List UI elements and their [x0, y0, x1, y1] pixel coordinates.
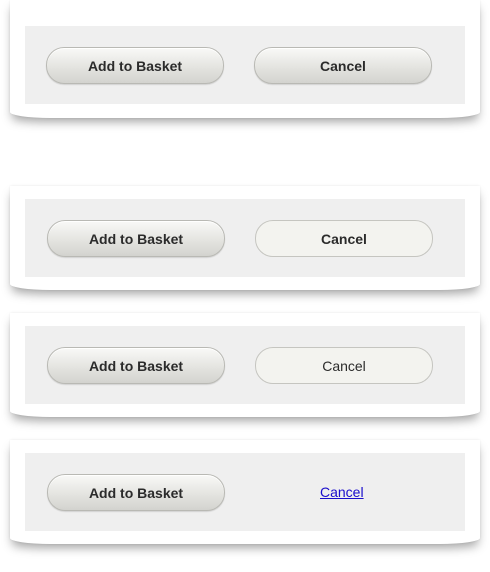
button-panel: Add to Basket Cancel: [25, 26, 465, 104]
variant-card-4: Add to Basket Cancel: [10, 440, 480, 544]
cancel-button[interactable]: Cancel: [254, 47, 432, 84]
add-to-basket-label: Add to Basket: [88, 230, 184, 247]
variant-card-1: Add to Basket Cancel: [10, 0, 480, 118]
add-to-basket-label: Add to Basket: [88, 484, 184, 501]
add-to-basket-button[interactable]: Add to Basket: [46, 47, 224, 84]
variant-card-3: Add to Basket Cancel: [10, 313, 480, 417]
add-to-basket-button[interactable]: Add to Basket: [47, 474, 225, 511]
cancel-link[interactable]: Cancel: [320, 484, 364, 500]
button-panel: Add to Basket Cancel: [25, 453, 465, 531]
cancel-label: Cancel: [321, 230, 367, 247]
add-to-basket-button[interactable]: Add to Basket: [47, 220, 225, 257]
variant-card-2: Add to Basket Cancel: [10, 186, 480, 290]
cancel-button[interactable]: Cancel: [255, 347, 433, 384]
cancel-label: Cancel: [322, 357, 366, 374]
add-to-basket-label: Add to Basket: [87, 57, 183, 74]
cancel-button[interactable]: Cancel: [255, 220, 433, 257]
add-to-basket-label: Add to Basket: [88, 357, 184, 374]
button-panel: Add to Basket Cancel: [25, 199, 465, 277]
button-panel: Add to Basket Cancel: [25, 326, 465, 404]
add-to-basket-button[interactable]: Add to Basket: [47, 347, 225, 384]
cancel-label: Cancel: [320, 57, 366, 74]
